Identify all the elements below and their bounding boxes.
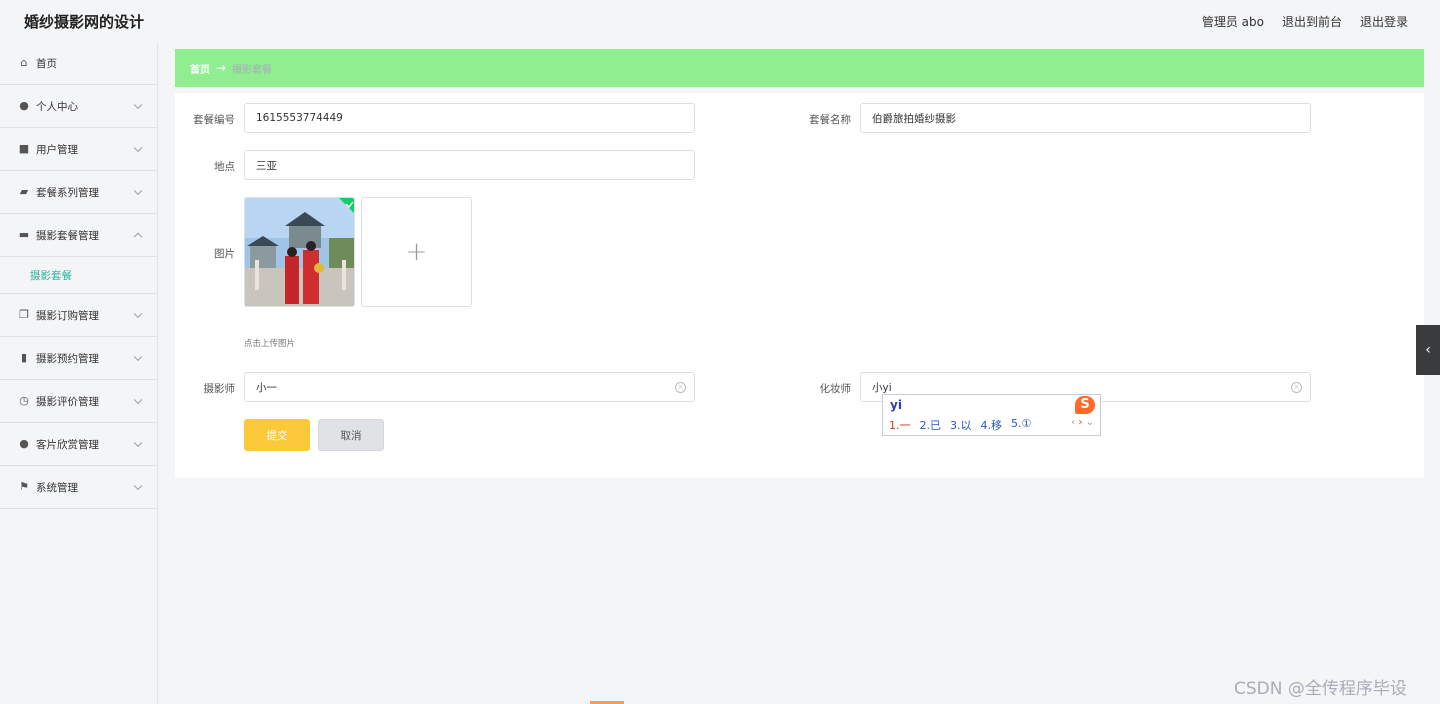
sidebar-item-reviews[interactable]: ◷ 摄影评价管理 xyxy=(0,380,157,423)
sidebar-subitem-photo-package[interactable]: 摄影套餐 xyxy=(0,257,157,294)
folder-icon: ▰ xyxy=(19,185,29,198)
upload-hint: 点击上传图片 xyxy=(244,339,296,349)
ime-candidate-popup: yi S 1.一 2.已 3.以 4.移 5.① ‹ › ⌄ xyxy=(882,394,1101,436)
clear-icon[interactable]: × xyxy=(1291,382,1302,393)
sidebar-item-users[interactable]: ■ 用户管理 xyxy=(0,128,157,171)
chevron-down-icon xyxy=(133,100,143,110)
cancel-button[interactable]: 取消 xyxy=(318,419,384,451)
package-no-value: 1615553774449 xyxy=(256,112,343,124)
makeup-label: 化妆师 xyxy=(819,383,852,395)
package-name-field[interactable]: 伯爵旅拍婚纱摄影 xyxy=(860,103,1311,133)
admin-label: 管理员 abo xyxy=(1201,14,1264,29)
top-header: 婚纱摄影网的设计 管理员 abo 退出到前台 退出登录 xyxy=(0,0,1440,42)
chevron-down-icon xyxy=(133,143,143,153)
photographer-label: 摄影师 xyxy=(203,383,236,395)
wedding-photo-image xyxy=(245,198,354,306)
submit-button[interactable]: 提交 xyxy=(244,419,310,451)
ime-candidate[interactable]: 2.已 xyxy=(920,417,942,433)
clock-icon: ◷ xyxy=(19,394,29,407)
ime-candidate[interactable]: 5.① xyxy=(1011,417,1031,433)
chevron-down-icon xyxy=(133,438,143,448)
upload-add-button[interactable]: + xyxy=(361,197,472,307)
top-actions: 管理员 abo 退出到前台 退出登录 xyxy=(1202,13,1408,30)
package-no-field[interactable]: 1615553774449 xyxy=(244,103,695,133)
chevron-down-icon xyxy=(133,186,143,196)
sidebar-item-label: 用户管理 xyxy=(36,143,78,156)
chevron-up-icon xyxy=(133,232,143,242)
sidebar-item-label: 首页 xyxy=(36,57,57,70)
sidebar-item-appointments[interactable]: ▮ 摄影预约管理 xyxy=(0,337,157,380)
breadcrumb-home[interactable]: 首页 xyxy=(190,61,210,76)
chevron-left-icon: ‹ xyxy=(1425,342,1431,358)
sidebar: ⌂ 首页 ● 个人中心 ■ 用户管理 ▰ 套餐系列管理 ▬ 摄影套餐管理 摄影套… xyxy=(0,42,158,704)
photographer-field[interactable]: 小一 × xyxy=(244,372,695,402)
sidebar-item-label: 摄影订购管理 xyxy=(36,309,99,322)
logout-link[interactable]: 退出登录 xyxy=(1360,13,1408,30)
collapse-panel-button[interactable]: ‹ xyxy=(1416,325,1440,375)
sidebar-item-label: 摄影评价管理 xyxy=(36,395,99,408)
home-icon: ⌂ xyxy=(20,56,28,69)
form-panel: 套餐编号 1615553774449 套餐名称 伯爵旅拍婚纱摄影 地点 三亚 图… xyxy=(175,93,1424,478)
copy-icon: ❐ xyxy=(19,308,29,321)
sidebar-item-label: 客片欣赏管理 xyxy=(36,438,99,451)
sidebar-item-client-gallery[interactable]: ● 客片欣赏管理 xyxy=(0,423,157,466)
chevron-down-icon xyxy=(133,352,143,362)
package-name-label: 套餐名称 xyxy=(809,114,851,126)
plus-icon: + xyxy=(405,237,428,267)
sogou-logo-icon: S xyxy=(1075,396,1095,414)
sidebar-item-photo-packages[interactable]: ▬ 摄影套餐管理 xyxy=(0,214,157,257)
flag-icon: ⚑ xyxy=(19,480,29,493)
ime-candidate[interactable]: 3.以 xyxy=(950,417,972,433)
package-no-label: 套餐编号 xyxy=(193,114,235,126)
sidebar-item-profile[interactable]: ● 个人中心 xyxy=(0,85,157,128)
location-value: 三亚 xyxy=(256,159,277,172)
sidebar-item-system[interactable]: ⚑ 系统管理 xyxy=(0,466,157,509)
sidebar-item-package-series[interactable]: ▰ 套餐系列管理 xyxy=(0,171,157,214)
sidebar-item-label: 个人中心 xyxy=(36,100,78,113)
user-icon: ● xyxy=(19,437,29,450)
app-title: 婚纱摄影网的设计 xyxy=(24,12,145,31)
ime-candidates: 1.一 2.已 3.以 4.移 5.① xyxy=(889,417,1031,433)
sidebar-item-orders[interactable]: ❐ 摄影订购管理 xyxy=(0,294,157,337)
breadcrumb-current: 摄影套餐 xyxy=(232,64,273,76)
uploaded-image-thumbnail[interactable] xyxy=(244,197,355,307)
sidebar-item-home[interactable]: ⌂ 首页 xyxy=(0,42,157,85)
chevron-down-icon xyxy=(133,481,143,491)
location-label: 地点 xyxy=(214,161,235,173)
location-field[interactable]: 三亚 xyxy=(244,150,695,180)
sidebar-item-label: 摄影预约管理 xyxy=(36,352,99,365)
makeup-value: 小yi xyxy=(872,381,892,394)
ime-candidate[interactable]: 4.移 xyxy=(981,417,1003,433)
package-name-value: 伯爵旅拍婚纱摄影 xyxy=(872,112,956,125)
ime-candidate[interactable]: 1.一 xyxy=(889,417,911,433)
image-label: 图片 xyxy=(214,248,235,260)
exit-to-front-link[interactable]: 退出到前台 xyxy=(1282,13,1342,30)
breadcrumb: 首页 → 摄影套餐 xyxy=(175,49,1424,87)
user-icon: ● xyxy=(19,99,29,112)
chevron-down-icon xyxy=(133,395,143,405)
bar-chart-icon: ▮ xyxy=(20,351,28,364)
watermark: CSDN @全传程序毕设 xyxy=(1234,679,1407,699)
ime-page-nav-icon[interactable]: ‹ › ⌄ xyxy=(1071,417,1094,428)
chat-icon: ▬ xyxy=(18,228,30,241)
photographer-value: 小一 xyxy=(256,381,277,394)
sidebar-item-label: 摄影套餐管理 xyxy=(36,229,99,242)
clear-icon[interactable]: × xyxy=(675,382,686,393)
chevron-down-icon xyxy=(133,309,143,319)
breadcrumb-separator: → xyxy=(216,61,227,75)
sidebar-item-label: 套餐系列管理 xyxy=(36,186,99,199)
briefcase-icon: ■ xyxy=(18,142,30,155)
sidebar-item-label: 系统管理 xyxy=(36,481,78,494)
ime-composition: yi xyxy=(890,398,902,412)
